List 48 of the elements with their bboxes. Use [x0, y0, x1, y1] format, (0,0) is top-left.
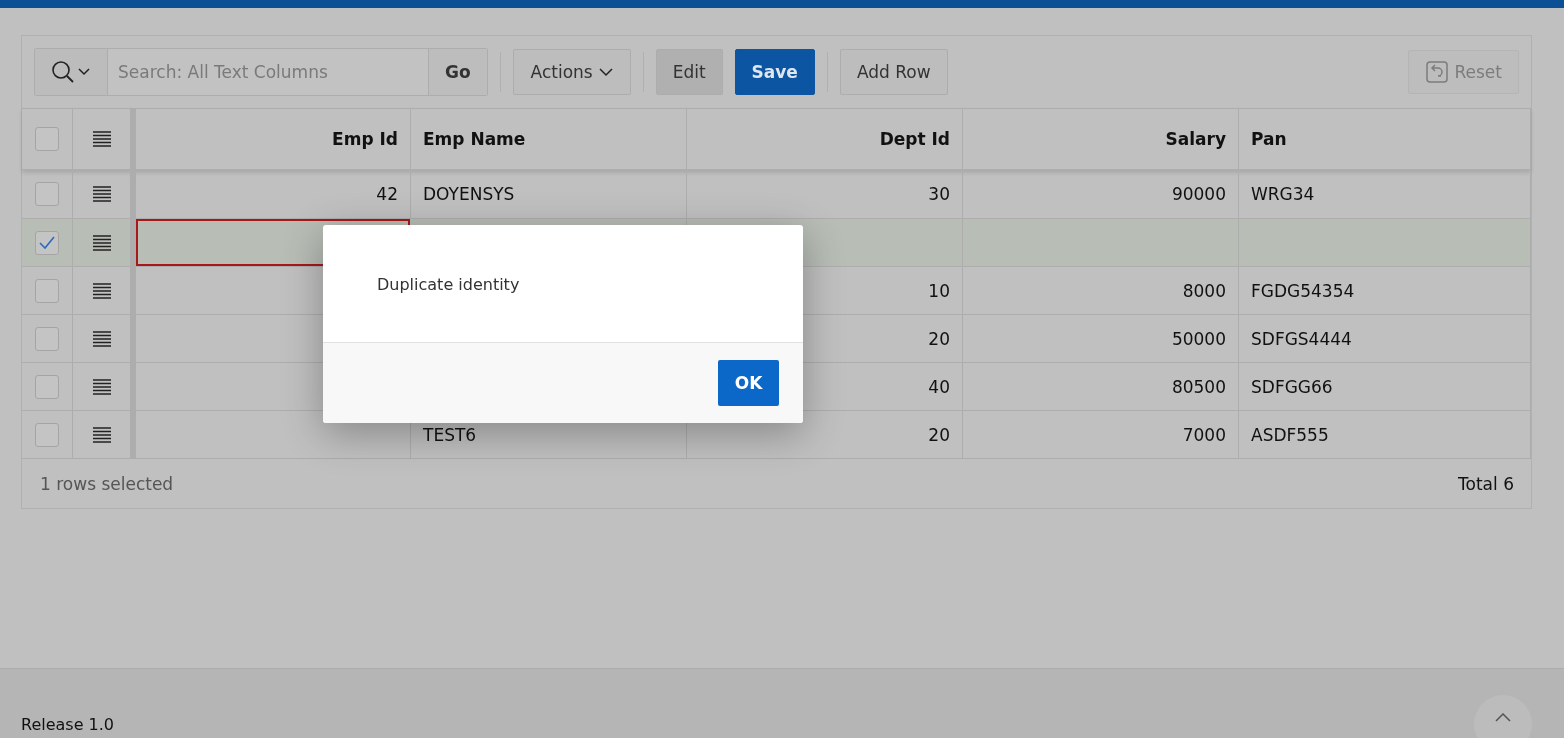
add-row-button[interactable]: Add Row: [839, 49, 948, 95]
save-button[interactable]: Save: [734, 49, 815, 95]
row-checkbox[interactable]: [35, 326, 59, 351]
search-field[interactable]: Search: All Text Columns Go: [34, 48, 488, 96]
column-header[interactable]: Emp Id: [136, 109, 411, 169]
table-cell: 80500: [963, 363, 1239, 410]
release-label: Release 1.0: [21, 715, 115, 734]
column-header[interactable]: Emp Name: [411, 109, 687, 169]
search-icon: [51, 60, 91, 84]
table-cell: 50000: [963, 315, 1239, 362]
actions-button[interactable]: Actions: [512, 49, 631, 95]
row-menu-icon[interactable]: [91, 330, 112, 347]
table-cell: 7000: [963, 411, 1239, 458]
row-menu-icon[interactable]: [91, 131, 112, 147]
row-checkbox[interactable]: [35, 230, 59, 255]
column-header[interactable]: Salary: [963, 109, 1239, 169]
table-cell: DOYENSYS: [411, 170, 687, 218]
ok-button[interactable]: OK: [718, 360, 779, 406]
table-cell: 90000: [963, 170, 1239, 218]
row-menu-icon[interactable]: [91, 378, 112, 395]
row-checkbox[interactable]: [35, 422, 59, 447]
selection-count: 1 rows selected: [40, 473, 174, 494]
table-cell: SDFGS4444: [1239, 315, 1531, 362]
column-header[interactable]: Dept Id: [687, 109, 963, 169]
row-menu-icon[interactable]: [91, 234, 112, 251]
table-cell: FGDG54354: [1239, 267, 1531, 314]
row-checkbox[interactable]: [35, 374, 59, 399]
table-cell: SDFGG66: [1239, 363, 1531, 410]
column-header[interactable]: Pan: [1239, 109, 1531, 169]
search-menu-button[interactable]: [35, 49, 108, 95]
table-cell: WRG34: [1239, 170, 1531, 218]
total-count: Total 6: [1458, 473, 1514, 494]
table-cell: 30: [687, 170, 963, 218]
row-menu-icon[interactable]: [91, 186, 112, 202]
table-cell: ASDF555: [1239, 411, 1531, 458]
chevron-up-icon: [1495, 713, 1511, 722]
go-button[interactable]: Go: [428, 49, 487, 95]
row-menu-icon[interactable]: [91, 282, 112, 299]
table-cell: 8000: [963, 267, 1239, 314]
undo-icon: [1424, 60, 1449, 84]
row-checkbox[interactable]: [35, 182, 59, 206]
row-checkbox[interactable]: [35, 278, 59, 303]
row-checkbox[interactable]: [35, 127, 59, 151]
caret-icon: [598, 67, 613, 77]
dialog-message: Duplicate identity: [377, 275, 520, 294]
edit-button[interactable]: Edit: [655, 49, 723, 95]
table-cell: 42: [136, 170, 411, 218]
row-menu-icon[interactable]: [91, 426, 112, 443]
